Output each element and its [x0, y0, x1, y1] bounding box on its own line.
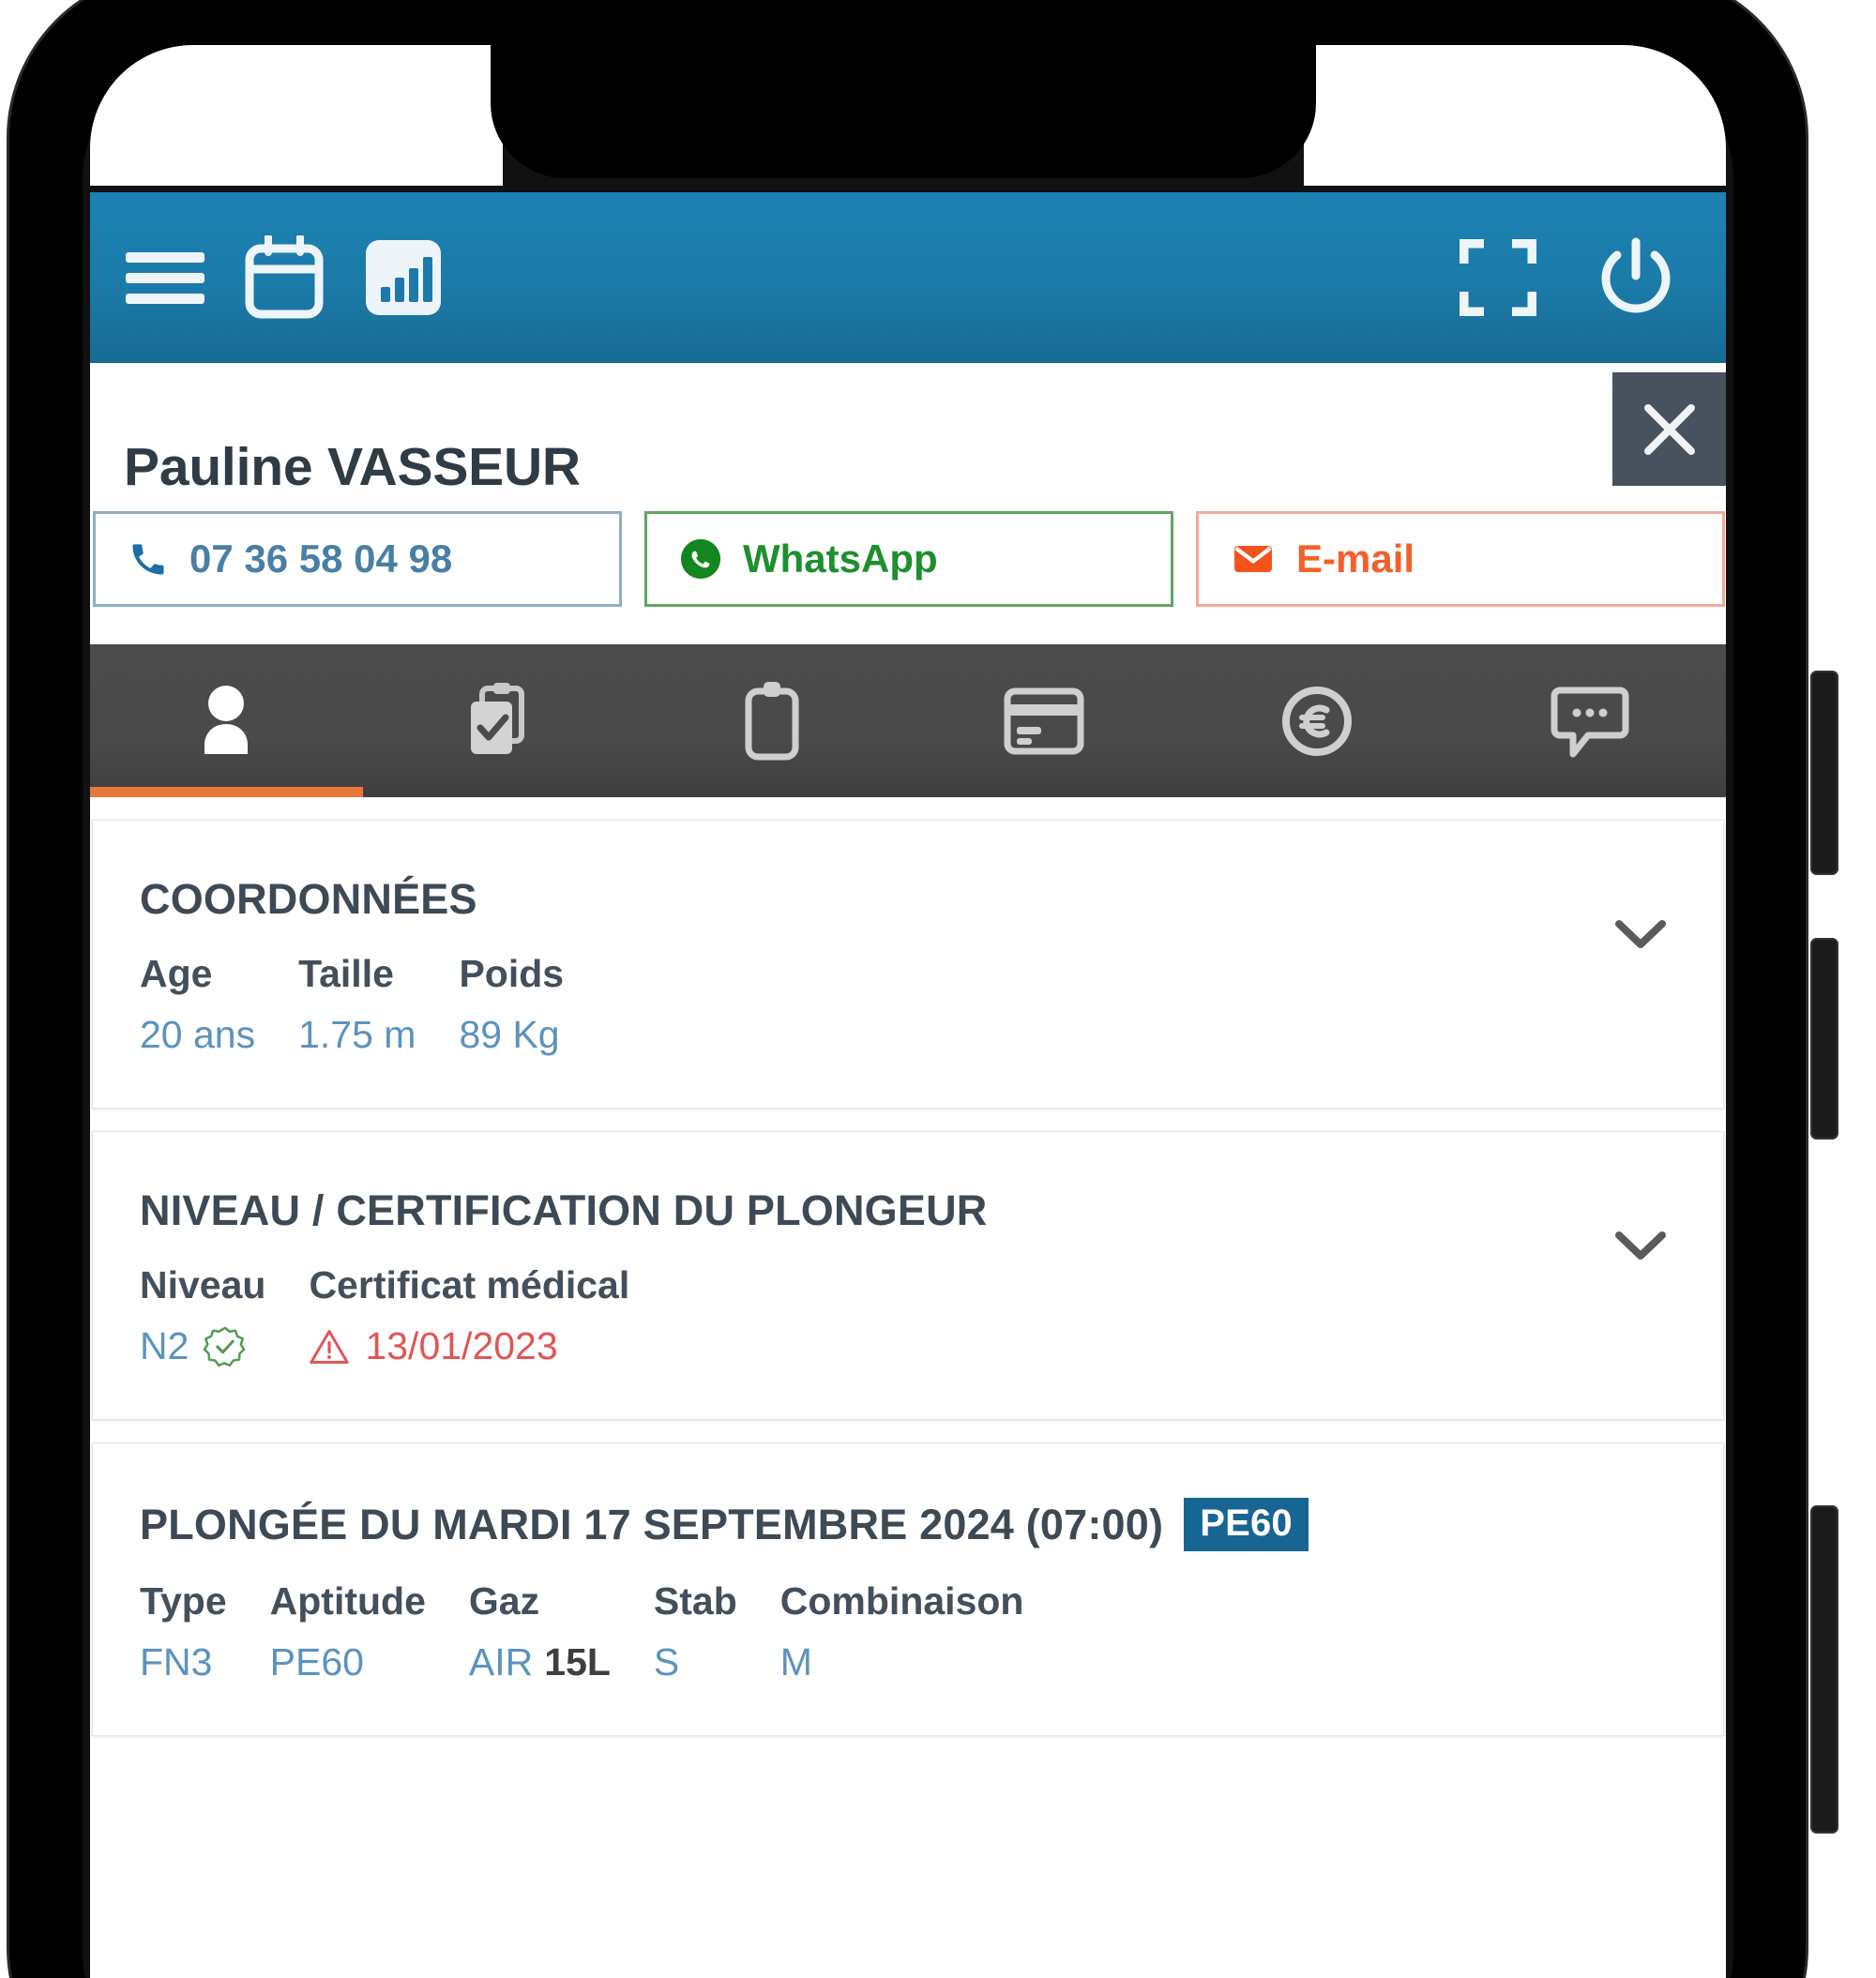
- val-gaz: AIR 15L: [469, 1631, 654, 1684]
- col-certificat: Certificat médical: [309, 1263, 630, 1306]
- tab-messages[interactable]: [1453, 644, 1726, 797]
- card-title-text: NIVEAU / CERTIFICATION DU PLONGEUR: [140, 1186, 988, 1234]
- tab-profile[interactable]: [90, 644, 363, 797]
- warning-triangle-icon: [310, 1329, 350, 1364]
- col-age: Age: [140, 952, 213, 995]
- phone-power-button[interactable]: [1810, 1505, 1838, 1834]
- card-niveau-certification: NIVEAU / CERTIFICATION DU PLONGEUR Nivea…: [92, 1131, 1724, 1420]
- tab-forms[interactable]: [363, 644, 636, 797]
- chevron-down-icon[interactable]: [1614, 1230, 1667, 1261]
- table-header-row: Niveau Certificat médical: [140, 1263, 673, 1315]
- val-age: 20 ans: [140, 1013, 256, 1056]
- col-stab: Stab: [653, 1579, 737, 1623]
- table-header-row: Type Aptitude Gaz Stab Combinaison: [140, 1579, 1067, 1631]
- page-title: Pauline VASSEUR: [124, 437, 581, 497]
- card-title: COORDONNÉES: [140, 875, 1682, 924]
- whatsapp-icon: [680, 538, 721, 580]
- val-certificat: 13/01/2023: [309, 1315, 673, 1368]
- tab-active-indicator: [90, 787, 363, 797]
- phone-button[interactable]: 07 36 58 04 98: [93, 511, 622, 607]
- coordonnees-table: Age Taille Poids 20 ans 1.75 m 89 Kg: [140, 952, 607, 1057]
- val-niveau: N2: [140, 1315, 309, 1368]
- whatsapp-button[interactable]: WhatsApp: [644, 511, 1173, 607]
- person-icon: [204, 685, 249, 754]
- phone-label: 07 36 58 04 98: [189, 536, 453, 581]
- close-icon: [1643, 403, 1695, 455]
- col-type: Type: [140, 1579, 227, 1623]
- tab-bar: [90, 644, 1726, 797]
- fullscreen-icon[interactable]: [1460, 239, 1536, 316]
- card-title-text: COORDONNÉES: [140, 875, 477, 923]
- card-title: NIVEAU / CERTIFICATION DU PLONGEUR: [140, 1186, 1682, 1235]
- page-content: Pauline VASSEUR 07 36 58 04 98 WhatsApp …: [90, 363, 1726, 1736]
- euro-circle-icon: [1282, 686, 1353, 756]
- power-icon[interactable]: [1595, 236, 1677, 319]
- phone-icon: [132, 544, 164, 575]
- val-type: FN3: [140, 1640, 213, 1684]
- table-row: FN3 PE60 AIR 15L S M: [140, 1631, 1067, 1684]
- status-badge: PE60: [1184, 1498, 1309, 1551]
- screenshot-root: Pauline VASSEUR 07 36 58 04 98 WhatsApp …: [0, 0, 1876, 1978]
- phone-top-left-ear: [90, 45, 503, 186]
- val-stab: S: [653, 1640, 680, 1684]
- table-row: 20 ans 1.75 m 89 Kg: [140, 1004, 607, 1057]
- top-bar-left-icons: [126, 235, 443, 320]
- contact-actions: 07 36 58 04 98 WhatsApp E-mail: [90, 511, 1726, 607]
- plongee-table: Type Aptitude Gaz Stab Combinaison FN3 P…: [140, 1579, 1067, 1684]
- niveau-value: N2: [140, 1324, 189, 1367]
- phone-top-right-ear: [1304, 45, 1726, 186]
- col-poids: Poids: [459, 952, 565, 995]
- col-niveau: Niveau: [140, 1263, 266, 1306]
- gaz-type: AIR: [468, 1640, 534, 1684]
- val-aptitude: PE60: [269, 1640, 364, 1684]
- clipboard-icon: [745, 681, 799, 760]
- app-top-bar: [90, 192, 1726, 363]
- phone-volume-up-button[interactable]: [1810, 671, 1838, 875]
- col-aptitude: Aptitude: [269, 1579, 426, 1623]
- col-gaz: Gaz: [468, 1579, 540, 1623]
- tab-payment[interactable]: [908, 644, 1181, 797]
- card-coordonnees: COORDONNÉES Age Taille Poids 20 ans 1.75…: [92, 820, 1724, 1109]
- check-badge-icon: [204, 1326, 246, 1366]
- close-button[interactable]: [1612, 372, 1726, 486]
- envelope-icon: [1234, 546, 1272, 572]
- email-label: E-mail: [1296, 536, 1415, 581]
- tab-notes[interactable]: [635, 644, 908, 797]
- val-taille: 1.75 m: [298, 1013, 416, 1056]
- card-title-text: PLONGÉE DU MARDI 17 SEPTEMBRE 2024 (07:0…: [140, 1500, 1164, 1548]
- phone-screen: Pauline VASSEUR 07 36 58 04 98 WhatsApp …: [90, 192, 1726, 1978]
- phone-notch: [491, 38, 1316, 178]
- col-taille: Taille: [298, 952, 394, 995]
- val-poids: 89 Kg: [459, 1013, 560, 1056]
- col-combinaison: Combinaison: [779, 1579, 1024, 1623]
- table-row: N2 13/01/2023: [140, 1315, 673, 1368]
- person-header: Pauline VASSEUR: [90, 363, 1726, 502]
- credit-card-icon: [1004, 687, 1084, 754]
- clipboard-check-icon: [471, 682, 524, 754]
- gaz-volume: 15L: [544, 1640, 611, 1684]
- calendar-icon[interactable]: [244, 235, 325, 320]
- top-bar-right-icons: [1460, 236, 1677, 319]
- val-combinaison: M: [779, 1640, 812, 1684]
- phone-volume-down-button[interactable]: [1810, 938, 1838, 1140]
- menu-icon[interactable]: [126, 249, 204, 307]
- table-header-row: Age Taille Poids: [140, 952, 607, 1004]
- card-plongee: PLONGÉE DU MARDI 17 SEPTEMBRE 2024 (07:0…: [92, 1442, 1724, 1736]
- email-button[interactable]: E-mail: [1196, 511, 1725, 607]
- niveau-table: Niveau Certificat médical N2 13/01/2023: [140, 1263, 673, 1368]
- chevron-down-icon[interactable]: [1614, 918, 1667, 950]
- tab-billing[interactable]: [1181, 644, 1454, 797]
- chart-icon[interactable]: [364, 238, 443, 317]
- card-title: PLONGÉE DU MARDI 17 SEPTEMBRE 2024 (07:0…: [140, 1498, 1682, 1551]
- certificat-date: 13/01/2023: [365, 1324, 558, 1367]
- chat-bubble-icon: [1551, 687, 1629, 757]
- whatsapp-label: WhatsApp: [743, 536, 938, 581]
